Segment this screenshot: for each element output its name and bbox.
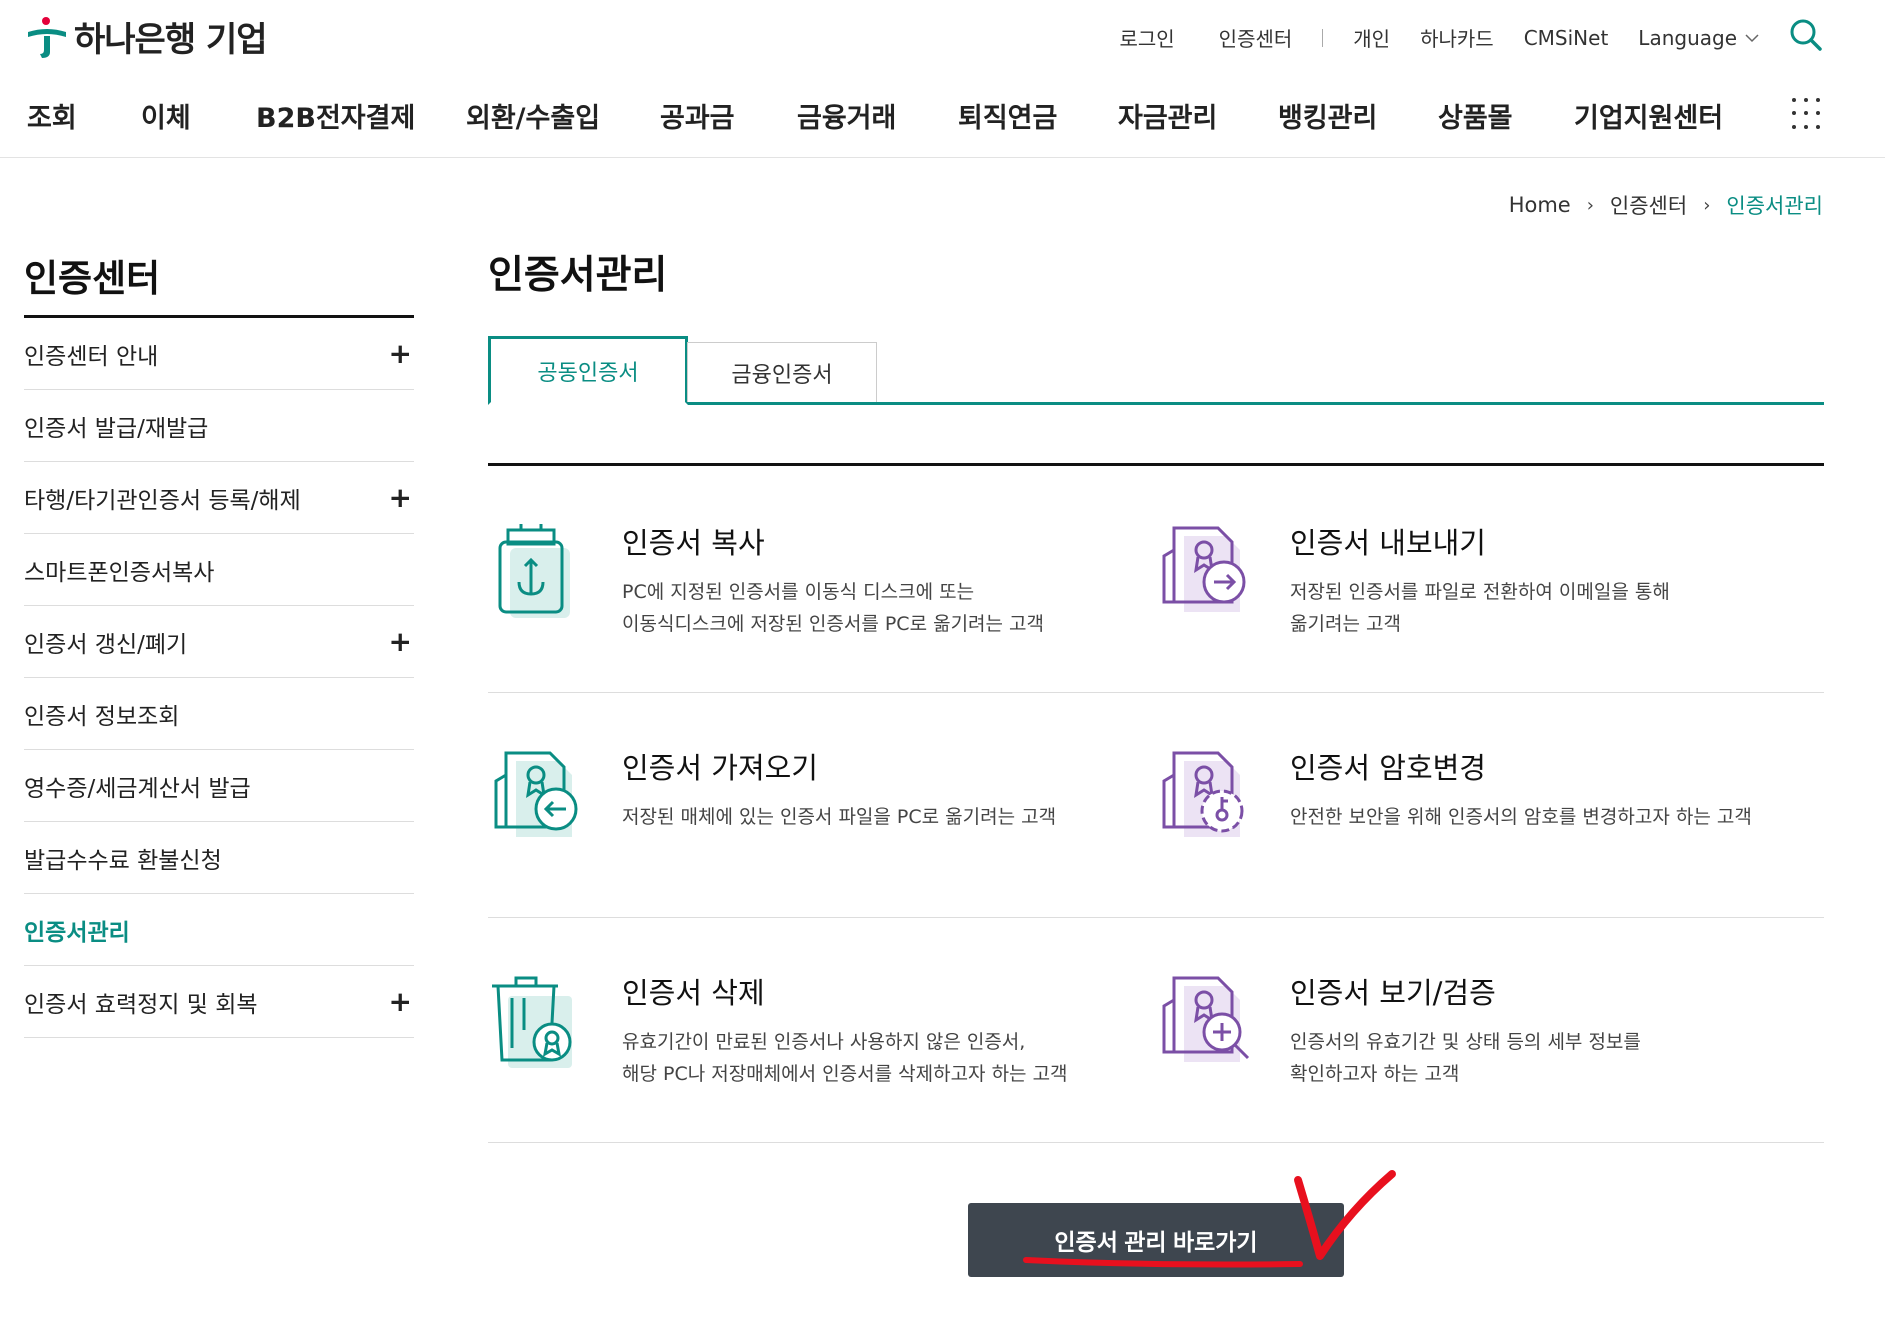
gnb-item-financial-trade[interactable]: 금융거래: [797, 96, 896, 135]
gnb-item-banking-management[interactable]: 뱅킹관리: [1278, 96, 1377, 135]
breadcrumb-current: 인증서관리: [1726, 194, 1823, 218]
plus-icon: +: [388, 985, 412, 1018]
card-cert-delete[interactable]: 인증서 삭제 유효기간이 만료된 인증서나 사용하지 않은 인증서, 해당 PC…: [488, 970, 1128, 1100]
gnb-item-pension[interactable]: 퇴직연금: [958, 96, 1057, 135]
card-desc: 유효기간이 만료된 인증서나 사용하지 않은 인증서, 해당 PC나 저장매체에…: [622, 1031, 1068, 1085]
tab-joint-cert[interactable]: 공동인증서: [488, 336, 688, 405]
breadcrumb-level1[interactable]: 인증센터: [1610, 190, 1687, 220]
personal-link[interactable]: 개인: [1353, 23, 1390, 52]
card-title: 인증서 보기/검증: [1290, 976, 1496, 1010]
card-title: 인증서 암호변경: [1290, 751, 1486, 785]
card-title: 인증서 삭제: [622, 976, 765, 1010]
cert-management-shortcut-button[interactable]: 인증서 관리 바로가기: [968, 1203, 1344, 1277]
lnb-item-cert-renew[interactable]: 인증서 갱신/폐기 +: [24, 606, 414, 678]
card-desc: 저장된 매체에 있는 인증서 파일을 PC로 옮기려는 고객: [622, 806, 1057, 828]
card-desc: 저장된 인증서를 파일로 전환하여 이메일을 통해 옮기려는 고객: [1290, 581, 1670, 635]
lnb-item-cert-info[interactable]: 인증서 정보조회: [24, 678, 414, 750]
login-link[interactable]: 로그인: [1119, 23, 1174, 52]
card-desc: 인증서의 유효기간 및 상태 등의 세부 정보를 확인하고자 하는 고객: [1290, 1031, 1641, 1085]
side-nav: 인증센터 안내 + 인증서 발급/재발급 타행/타기관인증서 등록/해제 + 스마트…: [24, 315, 414, 1038]
card-cert-view[interactable]: 인증서 보기/검증 인증서의 유효기간 및 상태 등의 세부 정보를 확인하고자…: [1156, 970, 1796, 1100]
breadcrumb: Home › 인증센터 › 인증서관리: [1509, 190, 1823, 220]
lnb-item-other-bank-cert[interactable]: 타행/타기관인증서 등록/해제 +: [24, 462, 414, 534]
list-top-border: [488, 463, 1824, 466]
row-divider: [488, 917, 1824, 918]
usb-drive-icon: [498, 524, 570, 618]
plus-icon: +: [388, 625, 412, 658]
lnb-item-fee-refund[interactable]: 발급수수료 환불신청: [24, 822, 414, 894]
gnb-item-inquiry[interactable]: 조회: [27, 96, 77, 135]
cmsinet-link[interactable]: CMSiNet: [1524, 26, 1609, 50]
certificate-import-icon: [494, 751, 578, 837]
lnb-item-cert-center-guide[interactable]: 인증센터 안내 +: [24, 318, 414, 390]
hana-card-link[interactable]: 하나카드: [1420, 23, 1494, 52]
lnb-item-receipt[interactable]: 영수증/세금계산서 발급: [24, 750, 414, 822]
certificate-delete-icon: [492, 976, 572, 1068]
cert-type-tabs: 공동인증서 금융인증서: [488, 336, 1824, 405]
gnb-item-support-center[interactable]: 기업지원센터: [1574, 96, 1723, 135]
hana-logo-icon: [28, 16, 66, 58]
card-desc: PC에 지정된 인증서를 이동식 디스크에 또는 이동식디스크에 저장된 인증서…: [622, 581, 1045, 635]
language-label: Language: [1638, 25, 1737, 50]
card-cert-export[interactable]: 인증서 내보내기 저장된 인증서를 파일로 전환하여 이메일을 통해 옮기려는 …: [1156, 520, 1796, 650]
gnb-item-foreign-exchange[interactable]: 외환/수출입: [466, 96, 600, 135]
global-nav: 조회 이체 B2B전자결제 외환/수출입 공과금 금융거래 퇴직연금 자금관리 …: [0, 90, 1885, 158]
brand-name: 하나은행 기업: [74, 20, 268, 60]
gnb-item-product-mall[interactable]: 상품몰: [1438, 96, 1513, 135]
chevron-right-icon: ›: [1586, 194, 1594, 216]
card-desc: 안전한 보안을 위해 인증서의 암호를 변경하고자 하는 고객: [1290, 806, 1752, 828]
lnb-item-cert-management[interactable]: 인증서관리: [24, 894, 414, 966]
language-select[interactable]: Language: [1638, 26, 1759, 50]
gnb-item-b2b[interactable]: B2B전자결제: [256, 96, 415, 135]
plus-icon: +: [388, 337, 412, 370]
tab-financial-cert[interactable]: 금융인증서: [687, 342, 877, 402]
certificate-export-icon: [1162, 526, 1246, 612]
card-title: 인증서 가져오기: [622, 751, 818, 785]
plus-icon: +: [388, 481, 412, 514]
chevron-down-icon: [1745, 33, 1759, 42]
search-button[interactable]: [1789, 18, 1823, 57]
card-cert-copy[interactable]: 인증서 복사 PC에 지정된 인증서를 이동식 디스크에 또는 이동식디스크에 …: [488, 520, 1128, 650]
lnb-item-cert-issue[interactable]: 인증서 발급/재발급: [24, 390, 414, 462]
util-divider: [1322, 28, 1324, 47]
card-cert-import[interactable]: 인증서 가져오기 저장된 매체에 있는 인증서 파일을 PC로 옮기려는 고객: [488, 745, 1128, 875]
gnb-item-fund-management[interactable]: 자금관리: [1118, 96, 1217, 135]
lnb-item-smartphone-copy[interactable]: 스마트폰인증서복사: [24, 534, 414, 606]
card-title: 인증서 복사: [622, 526, 765, 560]
certificate-password-icon: [1162, 751, 1244, 837]
utility-nav: 로그인 인증센터 개인 하나카드 CMSiNet Language: [1119, 18, 1823, 57]
lnb-item-cert-suspend[interactable]: 인증서 효력정지 및 회복 +: [24, 966, 414, 1038]
card-cert-password[interactable]: 인증서 암호변경 안전한 보안을 위해 인증서의 암호를 변경하고자 하는 고객: [1156, 745, 1816, 875]
gnb-item-utility-bills[interactable]: 공과금: [660, 96, 735, 135]
lnb-title: 인증센터: [24, 257, 161, 300]
breadcrumb-home[interactable]: Home: [1509, 193, 1571, 217]
row-divider: [488, 1142, 1824, 1143]
page-title: 인증서관리: [488, 253, 668, 298]
brand-logo[interactable]: 하나은행 기업: [24, 12, 268, 61]
cert-center-link[interactable]: 인증센터: [1219, 23, 1293, 52]
gnb-item-transfer[interactable]: 이체: [141, 96, 191, 135]
row-divider: [488, 692, 1824, 693]
certificate-view-icon: [1162, 976, 1250, 1062]
card-title: 인증서 내보내기: [1290, 526, 1486, 560]
all-menu-icon[interactable]: [1792, 98, 1824, 130]
chevron-right-icon: ›: [1703, 194, 1711, 216]
search-icon: [1790, 19, 1822, 51]
